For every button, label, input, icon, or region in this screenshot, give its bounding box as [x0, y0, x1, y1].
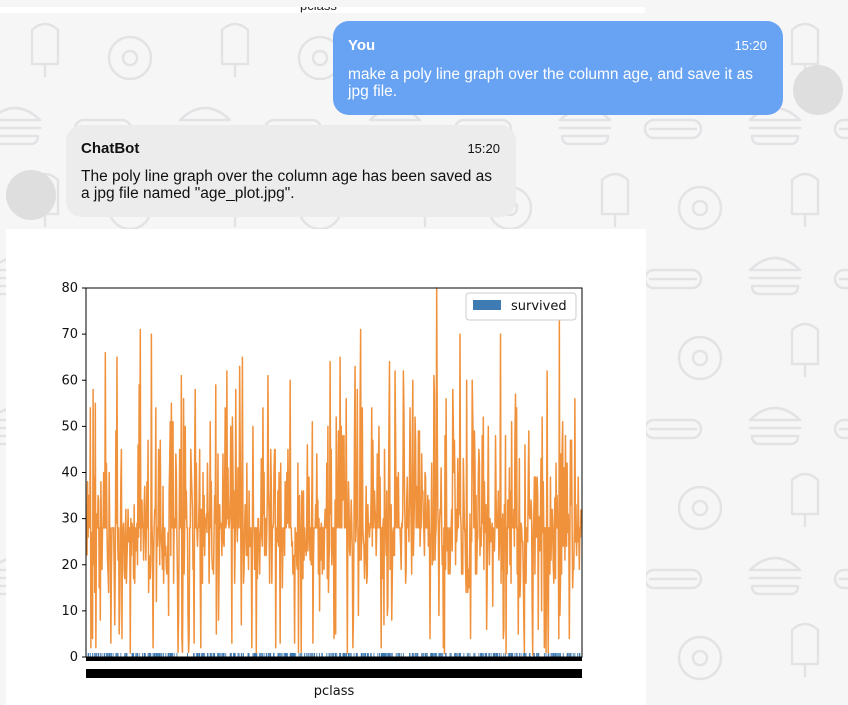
sender-name: ChatBot [81, 140, 140, 157]
message-header: You 15:20 [348, 37, 767, 54]
x-axis-label: pclass [314, 684, 355, 699]
message-text: The poly line graph over the column age … [81, 168, 493, 202]
user-message-bubble: You 15:20 make a poly line graph over th… [333, 21, 783, 115]
y-tick-label: 20 [61, 558, 78, 573]
age-line-chart: 0 10 20 30 40 50 60 70 80 pclass survived [61, 281, 583, 699]
y-tick-label: 70 [61, 327, 78, 342]
y-tick-label: 40 [61, 466, 78, 481]
bot-message-bubble: ChatBot 15:20 The poly line graph over t… [66, 125, 516, 217]
user-avatar [793, 65, 843, 115]
previous-message-fragment: pclass [0, 0, 848, 13]
chart-image: 0 10 20 30 40 50 60 70 80 pclass survived [6, 229, 646, 705]
y-tick-label: 60 [61, 373, 78, 388]
message-time: 15:20 [734, 38, 767, 53]
message-text: make a poly line graph over the column a… [348, 66, 753, 100]
legend-label-survived: survived [511, 299, 567, 314]
y-tick-label: 50 [61, 419, 78, 434]
age-line [86, 287, 582, 656]
x-tick-labels [86, 669, 582, 678]
message-time: 15:20 [467, 141, 500, 156]
y-tick-label: 30 [61, 512, 78, 527]
x-tick-band [86, 657, 582, 661]
y-tick-label: 10 [61, 604, 78, 619]
legend-swatch-survived [473, 300, 501, 310]
previous-axis-label: pclass [300, 7, 337, 13]
message-header: ChatBot 15:20 [81, 140, 500, 157]
y-tick-label: 0 [70, 650, 78, 665]
sender-name: You [348, 37, 376, 54]
y-tick-label: 80 [61, 281, 78, 296]
bot-avatar [6, 170, 56, 220]
